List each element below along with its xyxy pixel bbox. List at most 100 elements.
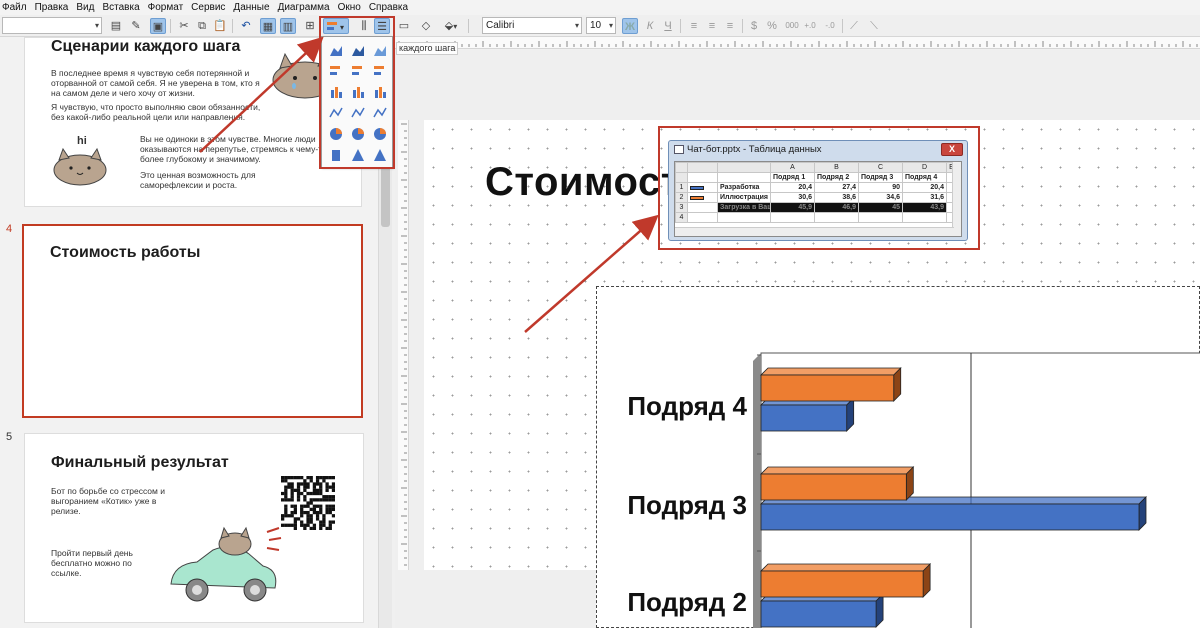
qr-module <box>284 479 288 483</box>
qr-module <box>290 510 294 515</box>
slide-3-paragraph-4: Это ценная возможность для саморефлексии… <box>140 170 256 190</box>
underline-button[interactable]: Ч <box>660 18 676 34</box>
text-box-icon[interactable]: ▭ <box>396 18 412 34</box>
qr-module <box>312 498 317 502</box>
align-left-icon[interactable]: ≡ <box>686 18 702 34</box>
remove-decimal-icon[interactable]: -.0 <box>822 18 838 34</box>
menu-window[interactable]: Окно <box>338 0 361 15</box>
menu-edit[interactable]: Правка <box>35 0 69 15</box>
menu-help[interactable]: Справка <box>369 0 408 15</box>
qr-module <box>312 485 317 489</box>
qr-module <box>287 476 291 480</box>
qr-module <box>312 523 317 527</box>
qr-module <box>287 514 291 518</box>
qr-module <box>293 504 297 508</box>
align-right-icon[interactable]: ≡ <box>722 18 738 34</box>
qr-module <box>290 485 294 489</box>
menu-file[interactable]: Файл <box>2 0 27 15</box>
rotate-text-2-icon[interactable]: ⟍ <box>866 18 882 34</box>
qr-module <box>319 510 323 515</box>
qr-module <box>281 517 285 521</box>
cut-icon[interactable]: ✂ <box>176 18 192 34</box>
qr-module <box>312 482 317 486</box>
rotate-text-icon[interactable]: ⟋ <box>846 18 862 34</box>
qr-module <box>315 517 320 521</box>
slide-5-paragraph-2: Пройти первый день бесплатно можно по сс… <box>51 548 133 578</box>
qr-module <box>309 498 313 502</box>
slide-thumbnail-3[interactable]: Сценарии каждого шага В последнее время … <box>24 37 362 207</box>
slide-thumbnail-5[interactable]: Финальный результат Бот по борьбе со стр… <box>24 433 364 623</box>
qr-module <box>315 498 320 502</box>
bold-button[interactable]: Ж <box>622 18 638 34</box>
bar-development[interactable] <box>760 593 885 628</box>
qr-module <box>319 485 323 489</box>
data-table-icon[interactable]: ▦ <box>260 18 276 34</box>
menubar: Файл Правка Вид Вставка Формат Сервис Да… <box>0 0 1200 15</box>
shapes-icon[interactable]: ◇ <box>418 18 434 34</box>
qr-module <box>290 504 294 508</box>
font-name-select[interactable]: Calibri ▾ <box>482 17 582 34</box>
bar-illustration[interactable] <box>760 563 932 598</box>
thousands-icon[interactable]: 000 <box>784 18 800 34</box>
qr-module <box>296 495 301 499</box>
qr-module <box>281 479 285 483</box>
italic-button[interactable]: К <box>642 18 658 34</box>
qr-module <box>325 526 329 530</box>
menu-tools[interactable]: Сервис <box>191 0 225 15</box>
bar-illustration[interactable] <box>760 466 915 501</box>
bar-illustration[interactable] <box>760 367 902 402</box>
qr-module <box>281 498 285 502</box>
format-icon[interactable]: ▤ <box>108 18 124 34</box>
menu-insert[interactable]: Вставка <box>102 0 139 15</box>
currency-icon[interactable]: $ <box>746 18 762 34</box>
fill-color-icon[interactable]: ⬙▾ <box>440 18 462 34</box>
qr-module <box>293 510 297 515</box>
qr-module <box>331 514 335 518</box>
add-decimal-icon[interactable]: +.0 <box>802 18 818 34</box>
qr-module <box>284 476 288 480</box>
qr-module <box>290 476 294 480</box>
font-size-select[interactable]: 10 ▾ <box>586 17 616 34</box>
menu-chart[interactable]: Диаграмма <box>278 0 330 15</box>
qr-module <box>312 488 317 492</box>
slide-thumbnail-4[interactable]: Стоимость работы <box>22 224 363 418</box>
qr-module <box>300 476 304 480</box>
highlight-chart-type-box <box>319 16 395 169</box>
qr-module <box>328 510 332 515</box>
qr-module <box>306 476 310 480</box>
qr-module <box>290 514 294 518</box>
undo-icon[interactable]: ↶ <box>238 18 254 34</box>
qr-module <box>306 517 310 521</box>
legend-icon[interactable]: ▥ <box>280 18 296 34</box>
menu-data[interactable]: Данные <box>233 0 269 15</box>
qr-module <box>296 517 301 521</box>
brush-icon[interactable]: ✎ <box>128 18 144 34</box>
menu-view[interactable]: Вид <box>76 0 94 15</box>
bar-development[interactable] <box>760 397 855 432</box>
slide-5-paragraph-1: Бот по борьбе со стрессом и выгоранием «… <box>51 486 165 516</box>
qr-module <box>315 510 320 515</box>
qr-module <box>303 495 307 499</box>
qr-module <box>306 514 310 518</box>
chart-object[interactable]: Подряд 2 Подряд 3 Подряд 4 <box>596 286 1200 628</box>
qr-module <box>300 504 304 508</box>
paste-icon[interactable]: 📋 <box>212 18 228 34</box>
style-select[interactable]: ▾ <box>2 17 102 34</box>
align-center-icon[interactable]: ≡ <box>704 18 720 34</box>
chart-area-icon[interactable]: ▣ <box>150 18 166 34</box>
qr-module <box>284 514 288 518</box>
qr-module <box>303 498 307 502</box>
menu-format[interactable]: Формат <box>148 0 184 15</box>
qr-module <box>293 520 297 524</box>
qr-module <box>281 476 285 480</box>
qr-module <box>315 491 320 496</box>
copy-icon[interactable]: ⧉ <box>194 18 210 34</box>
percent-icon[interactable]: % <box>764 18 780 34</box>
bar-chart[interactable]: Подряд 2 Подряд 3 Подряд 4 <box>597 287 1200 628</box>
qr-module <box>325 504 329 508</box>
bar-development[interactable] <box>760 496 1147 531</box>
qr-module <box>309 526 313 530</box>
slide-4-title: Стоимость работы <box>50 244 201 261</box>
qr-module <box>284 491 288 496</box>
grid-icon[interactable]: ⊞ <box>302 18 318 34</box>
